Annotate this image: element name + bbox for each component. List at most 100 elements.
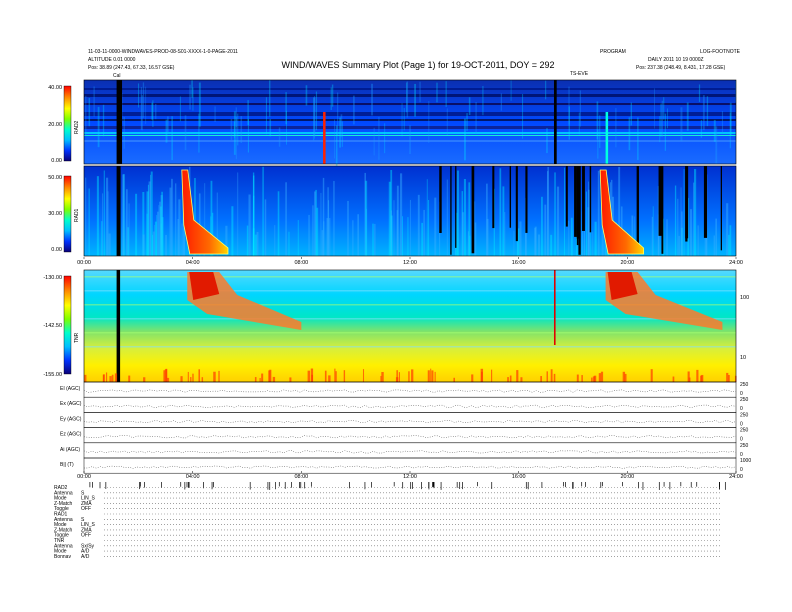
event-tick (696, 482, 698, 487)
rad1-data-gap (450, 166, 452, 255)
rad2-streak (179, 96, 181, 122)
event-tick (658, 482, 660, 490)
line-panel-right-bottom: 0 (740, 406, 743, 412)
tnr-noise-spike (431, 370, 434, 382)
line-panel-trace (84, 465, 737, 469)
event-tick (690, 482, 692, 488)
tnr-noise-spike (328, 375, 331, 382)
rad1-streak (308, 214, 310, 256)
event-tick (304, 482, 306, 489)
rad2-tick-top: 40.00 (48, 85, 62, 91)
rad2-tick-bottom: 0.00 (51, 158, 62, 164)
rad2-streak (373, 127, 375, 156)
status-value: OFF (81, 506, 91, 512)
rad2-streak (522, 94, 524, 139)
rad1-streak (264, 199, 267, 256)
event-tick (459, 482, 461, 489)
rad2-streak (330, 87, 332, 110)
rad1-streak (554, 172, 556, 256)
tnr-noise-spike (396, 370, 398, 382)
rad1-streak (713, 235, 715, 256)
event-tick (433, 482, 435, 488)
tnr-noise-spike (128, 375, 131, 382)
header-right-line3: DAILY 2011 10 19 0000Z (648, 57, 704, 63)
line-panel-right-bottom: 0 (740, 437, 743, 443)
rad2-streak (371, 83, 374, 116)
rad2-tick-mid: 20.00 (48, 122, 62, 128)
event-tick (421, 482, 422, 490)
rad2-streak (637, 117, 639, 160)
rad2-streak (721, 111, 724, 134)
tnr-noise-spike (516, 370, 519, 382)
event-tick (269, 482, 271, 490)
rad1-streak (323, 221, 325, 256)
rad1-streak (550, 234, 553, 256)
tnr-noise-spike (411, 369, 414, 382)
rad1-streak (468, 182, 471, 256)
rad2-streak (334, 119, 336, 159)
rad2-streak (428, 101, 430, 144)
rad1-streak (277, 191, 280, 256)
rad2-streak (403, 108, 405, 131)
tnr-noise-spike (289, 377, 292, 382)
rad1-streak (474, 222, 477, 256)
line-panel-trace (83, 435, 737, 439)
rad1-streak (538, 234, 541, 256)
rad2-streak (331, 84, 334, 107)
rad1-streak (329, 218, 331, 256)
event-tick (249, 482, 251, 490)
tnr-noise-spike (362, 369, 365, 382)
rad2-streak (352, 95, 355, 125)
tnr-noise-spike (213, 371, 216, 382)
tnr-noise-spike (259, 377, 261, 382)
tnr-noise-spike (334, 368, 336, 382)
rad1-streak (262, 166, 264, 256)
rad1-streak (502, 186, 505, 256)
rad1-data-gap (455, 166, 457, 248)
rad1-streak (534, 227, 537, 256)
line-panel-frame (83, 396, 737, 413)
rad1-streak (175, 183, 177, 256)
rad2-streak (706, 96, 709, 127)
rad1-streak (541, 196, 543, 256)
rad1-streak (726, 203, 729, 256)
line-panel-label: B|| (T) (60, 462, 74, 468)
rad1-streak (544, 204, 547, 256)
rad1-streak (428, 200, 430, 256)
time-axis-top: 00:00 04:00 08:00 12:00 16:00 20:00 24:00 (77, 257, 743, 266)
rad2-band (84, 94, 736, 97)
rad1-data-gap (582, 166, 585, 231)
time-tick-label: 00:00 (77, 260, 91, 266)
rad2-streak (659, 116, 661, 143)
tnr-noise-spike (471, 374, 474, 382)
rad1-streak (246, 225, 249, 256)
event-tick (186, 482, 188, 488)
rad1-streak (513, 230, 515, 256)
line-panel-frame (83, 457, 737, 474)
tnr-noise-spike (307, 370, 311, 382)
rad2-streak (93, 86, 95, 117)
tnr-noise-spike (187, 371, 189, 382)
tnr-noise-spike (143, 377, 146, 382)
rad1-streak (146, 213, 148, 256)
rad1-streak (156, 214, 158, 256)
event-tick (412, 482, 413, 489)
event-tick (371, 482, 372, 488)
event-tick (563, 482, 564, 487)
tnr-noise-spike (254, 377, 257, 382)
tnr-noise-spike (576, 374, 579, 382)
rad1-streak (434, 197, 437, 256)
time-tick-label: 20:00 (620, 474, 634, 480)
rad2-streak (240, 116, 243, 144)
tnr-noise-spike (381, 372, 384, 382)
event-tick (300, 482, 302, 489)
rad1-data-gap (439, 166, 442, 233)
rad1-streak (88, 188, 90, 256)
line-panel-trace (83, 450, 737, 454)
rad2-streak (138, 83, 140, 108)
rad1-streak (597, 170, 600, 256)
rad2-streak (406, 81, 409, 118)
rad1-data-gap (578, 166, 581, 255)
rad1-streak (689, 209, 693, 256)
rad2-streak (189, 84, 191, 110)
